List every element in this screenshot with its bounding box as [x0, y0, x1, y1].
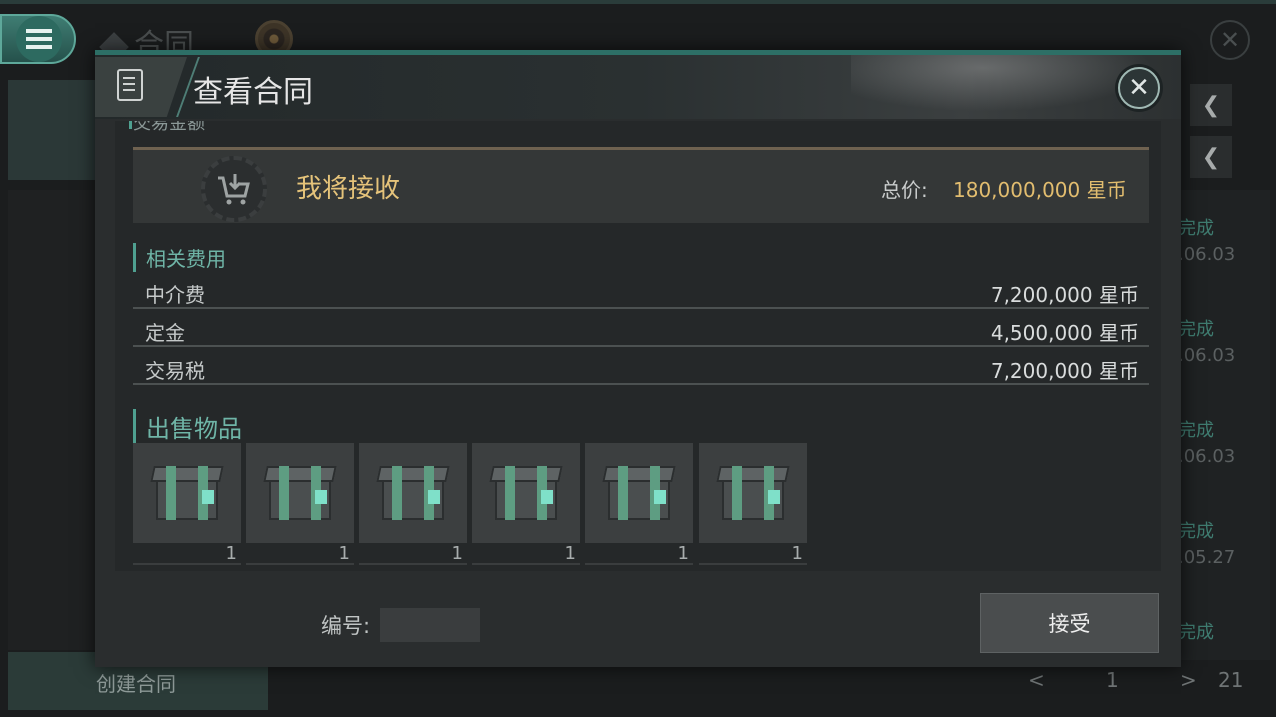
item-slot[interactable]: 1 — [472, 443, 580, 565]
item-count: 1 — [564, 543, 576, 564]
item-tile — [699, 443, 807, 543]
divider — [359, 563, 467, 565]
receive-panel: 我将接收 总价: 180,000,000 星币 — [133, 147, 1149, 223]
pager-current-page: 1 — [1106, 668, 1119, 692]
total-price-label: 总价: — [881, 178, 928, 202]
total-price-value: 180,000,000 星币 — [953, 178, 1127, 202]
background-left-list — [8, 190, 98, 650]
list-item-date: .06.03 — [1178, 446, 1236, 467]
dialog-header: 查看合同 ✕ — [95, 55, 1181, 119]
list-item-status: 完成 — [1178, 218, 1214, 239]
fee-name: 定金 — [145, 321, 185, 345]
scroll-icon — [117, 69, 143, 101]
item-count: 1 — [225, 543, 237, 564]
dialog-title: 查看合同 — [193, 75, 313, 110]
crate-icon — [150, 462, 224, 524]
accept-button[interactable]: 接受 — [980, 593, 1159, 653]
item-tile — [472, 443, 580, 543]
dialog-content[interactable]: 交易金额 我将接收 总价: 180,000,000 星币 相关费用 中介费 7,… — [115, 121, 1161, 571]
crate-icon — [489, 462, 563, 524]
list-item-status: 完成 — [1178, 521, 1214, 542]
receive-text: 我将接收 — [296, 174, 401, 204]
pager-next-icon[interactable]: > — [1180, 668, 1197, 692]
menu-icon — [16, 16, 62, 62]
fee-value: 7,200,000 星币 — [990, 359, 1139, 383]
item-tile — [359, 443, 467, 543]
contract-dialog: 查看合同 ✕ 交易金额 我将接收 总价: 180,000,000 星币 相关费用… — [95, 50, 1181, 667]
fee-value: 4,500,000 星币 — [990, 321, 1139, 345]
cart-download-icon — [201, 156, 267, 222]
list-item-date: .06.03 — [1178, 345, 1236, 366]
chevron-left-icon[interactable]: ❮ — [1190, 136, 1232, 178]
close-icon[interactable]: ✕ — [1118, 67, 1160, 109]
item-count: 1 — [451, 543, 463, 564]
item-slot[interactable]: 1 — [246, 443, 354, 565]
top-border — [0, 0, 1276, 4]
contract-id-value — [380, 608, 480, 642]
crate-icon — [602, 462, 676, 524]
item-tile — [585, 443, 693, 543]
fee-name: 中介费 — [145, 283, 205, 307]
list-item-date: .05.27 — [1178, 547, 1236, 568]
item-count: 1 — [338, 543, 350, 564]
fee-row: 定金 4,500,000 星币 — [133, 309, 1149, 347]
pager-total-pages: 21 — [1218, 668, 1244, 692]
item-slot[interactable]: 1 — [359, 443, 467, 565]
item-tile — [133, 443, 241, 543]
item-slot[interactable]: 1 — [699, 443, 807, 565]
fee-row: 中介费 7,200,000 星币 — [133, 271, 1149, 309]
background-close-icon[interactable]: ✕ — [1210, 20, 1250, 60]
crate-icon — [263, 462, 337, 524]
fee-value: 7,200,000 星币 — [990, 283, 1139, 307]
list-item-date: .06.03 — [1178, 244, 1236, 265]
item-slot[interactable]: 1 — [585, 443, 693, 565]
contract-id-label: 编号: — [321, 614, 371, 638]
crate-icon — [716, 462, 790, 524]
chevron-left-icon[interactable]: ❮ — [1190, 84, 1232, 126]
item-count: 1 — [677, 543, 689, 564]
list-item-status: 完成 — [1178, 319, 1214, 340]
divider — [133, 563, 241, 565]
list-item-status: 完成 — [1178, 420, 1214, 441]
item-tile — [246, 443, 354, 543]
item-slot[interactable]: 1 — [133, 443, 241, 565]
item-count: 1 — [791, 543, 803, 564]
divider — [246, 563, 354, 565]
menu-button[interactable] — [0, 14, 76, 64]
crate-icon — [376, 462, 450, 524]
fee-name: 交易税 — [145, 359, 205, 383]
divider — [585, 563, 693, 565]
list-item-status: 完成 — [1178, 622, 1214, 643]
divider — [699, 563, 807, 565]
trade-amount-label: 交易金额 — [129, 121, 205, 135]
items-section-label: 出售物品 — [133, 409, 242, 444]
pager-prev-icon[interactable]: < — [1028, 668, 1045, 692]
background-left-panel — [8, 80, 98, 180]
fee-row: 交易税 7,200,000 星币 — [133, 347, 1149, 385]
divider — [472, 563, 580, 565]
fees-section-label: 相关费用 — [133, 243, 226, 272]
